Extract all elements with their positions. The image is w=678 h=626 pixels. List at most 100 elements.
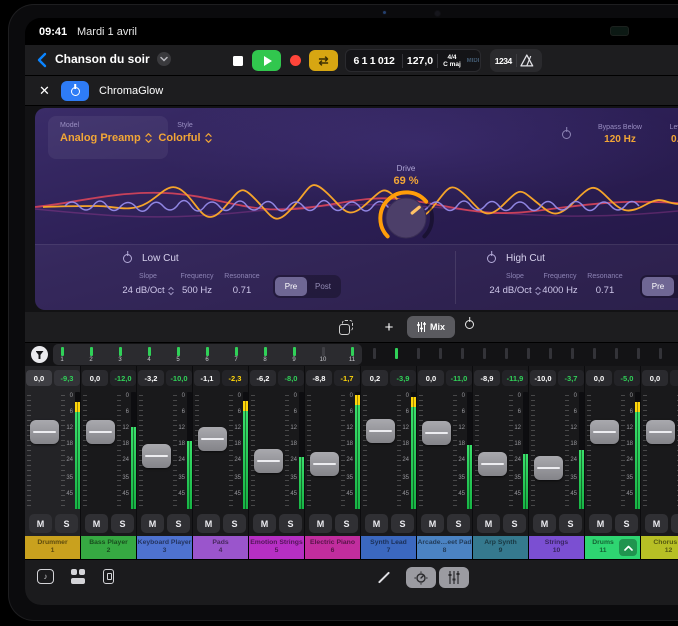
solo-button[interactable]: S: [55, 514, 78, 533]
track-name-11[interactable]: Drums11: [585, 536, 640, 559]
peak-value[interactable]: -8,0: [278, 370, 304, 386]
fader-handle[interactable]: [254, 449, 283, 473]
high-cut-power-icon[interactable]: [487, 254, 496, 263]
mute-button[interactable]: M: [421, 514, 444, 533]
peak-value[interactable]: -11,9: [502, 370, 528, 386]
fader-handle[interactable]: [534, 456, 563, 480]
track-name-10[interactable]: Strings10: [529, 536, 584, 559]
track-name-5[interactable]: Emotion Strings5: [249, 536, 304, 559]
drive-knob[interactable]: [377, 189, 435, 247]
solo-button[interactable]: S: [503, 514, 526, 533]
peak-value[interactable]: -1,7: [334, 370, 360, 386]
plugin-adapter-icon[interactable]: [103, 569, 114, 584]
mute-button[interactable]: M: [533, 514, 556, 533]
post-button[interactable]: Post: [307, 277, 339, 296]
cycle-button[interactable]: ⇄: [309, 50, 338, 71]
mixer-power-icon[interactable]: [465, 320, 474, 329]
pre-button[interactable]: Pre: [275, 277, 307, 296]
record-button[interactable]: [283, 50, 307, 71]
bypass-below-param[interactable]: Bypass Below 120 Hz: [585, 124, 655, 145]
volume-value[interactable]: -10,0: [530, 370, 556, 386]
solo-button[interactable]: S: [671, 514, 678, 533]
add-track-button[interactable]: +: [377, 316, 401, 338]
fader-handle[interactable]: [590, 420, 619, 444]
metronome-button[interactable]: [517, 53, 542, 68]
collapse-stack-button[interactable]: [619, 539, 637, 556]
solo-button[interactable]: S: [223, 514, 246, 533]
peak-value[interactable]: -3,7: [558, 370, 584, 386]
mixer-view-button[interactable]: [439, 567, 469, 588]
peak-value[interactable]: -5,0: [614, 370, 640, 386]
volume-value[interactable]: 0,0: [586, 370, 612, 386]
peak-value[interactable]: -2,3: [222, 370, 248, 386]
volume-value[interactable]: -8,9: [474, 370, 500, 386]
close-plugin-icon[interactable]: ✕: [39, 83, 50, 99]
high-cut-resonance[interactable]: Resonance 0.71: [573, 273, 637, 298]
fader-handle[interactable]: [646, 420, 675, 444]
mute-button[interactable]: M: [197, 514, 220, 533]
volume-value[interactable]: 0,0: [26, 370, 52, 386]
track-name-6[interactable]: Electric Piano6: [305, 536, 360, 559]
browser-icon[interactable]: ♪: [37, 569, 54, 584]
mute-button[interactable]: M: [365, 514, 388, 533]
fader-handle[interactable]: [366, 419, 395, 443]
solo-button[interactable]: S: [167, 514, 190, 533]
peak-value[interactable]: [670, 370, 678, 386]
fader-handle[interactable]: [142, 444, 171, 468]
mute-button[interactable]: M: [85, 514, 108, 533]
fader-handle[interactable]: [478, 452, 507, 476]
track-name-7[interactable]: Synth Lead7: [361, 536, 416, 559]
pre-button[interactable]: Pre: [642, 277, 674, 296]
track-name-2[interactable]: Bass Player2: [81, 536, 136, 559]
post-button[interactable]: Post: [674, 277, 678, 296]
volume-value[interactable]: 0,0: [642, 370, 668, 386]
plugin-power-toggle[interactable]: [61, 81, 89, 101]
mute-button[interactable]: M: [645, 514, 668, 533]
low-cut-power-icon[interactable]: [123, 254, 132, 263]
cells-icon[interactable]: [71, 569, 86, 584]
bypass-power-icon[interactable]: [562, 130, 571, 139]
volume-value[interactable]: -3,2: [138, 370, 164, 386]
peak-value[interactable]: -12,0: [110, 370, 136, 386]
track-name-4[interactable]: Pads4: [193, 536, 248, 559]
mute-button[interactable]: M: [477, 514, 500, 533]
volume-value[interactable]: 0,2: [362, 370, 388, 386]
volume-value[interactable]: -8,8: [306, 370, 332, 386]
solo-button[interactable]: S: [447, 514, 470, 533]
project-title-menu[interactable]: Chanson du soir: [55, 52, 171, 66]
count-in-button[interactable]: 1234: [490, 56, 516, 66]
solo-button[interactable]: S: [559, 514, 582, 533]
solo-button[interactable]: S: [111, 514, 134, 533]
stop-button[interactable]: [226, 50, 250, 71]
fader-handle[interactable]: [310, 452, 339, 476]
fader-handle[interactable]: [198, 427, 227, 451]
solo-button[interactable]: S: [391, 514, 414, 533]
duplicate-icon[interactable]: [339, 320, 354, 335]
peak-value[interactable]: -9,3: [54, 370, 80, 386]
volume-value[interactable]: -1,1: [194, 370, 220, 386]
filter-icon[interactable]: [31, 346, 48, 363]
solo-button[interactable]: S: [615, 514, 638, 533]
track-name-12[interactable]: Chorus V12: [641, 536, 678, 559]
controls-view-button[interactable]: [406, 567, 436, 588]
mute-button[interactable]: M: [141, 514, 164, 533]
pencil-icon[interactable]: [378, 571, 390, 583]
lcd-display[interactable]: 6 1 1 012 127,0 4/4 C maj MIDI: [345, 49, 481, 72]
low-cut-resonance[interactable]: Resonance 0.71: [210, 273, 274, 298]
peak-value[interactable]: -10,0: [166, 370, 192, 386]
volume-value[interactable]: -6,2: [250, 370, 276, 386]
track-name-1[interactable]: Drummer1: [25, 536, 80, 559]
peak-value[interactable]: -11,0: [446, 370, 472, 386]
fader-handle[interactable]: [86, 420, 115, 444]
mute-button[interactable]: M: [253, 514, 276, 533]
volume-value[interactable]: 0,0: [418, 370, 444, 386]
fader-handle[interactable]: [422, 421, 451, 445]
track-name-8[interactable]: Arcade…eet Pad8: [417, 536, 472, 559]
mute-button[interactable]: M: [309, 514, 332, 533]
mute-button[interactable]: M: [29, 514, 52, 533]
peak-value[interactable]: -3,9: [390, 370, 416, 386]
fader-handle[interactable]: [30, 420, 59, 444]
mix-view-button[interactable]: Mix: [407, 316, 455, 338]
visible-tracks-box[interactable]: 1234567891011: [53, 344, 362, 365]
play-button[interactable]: [252, 50, 281, 71]
